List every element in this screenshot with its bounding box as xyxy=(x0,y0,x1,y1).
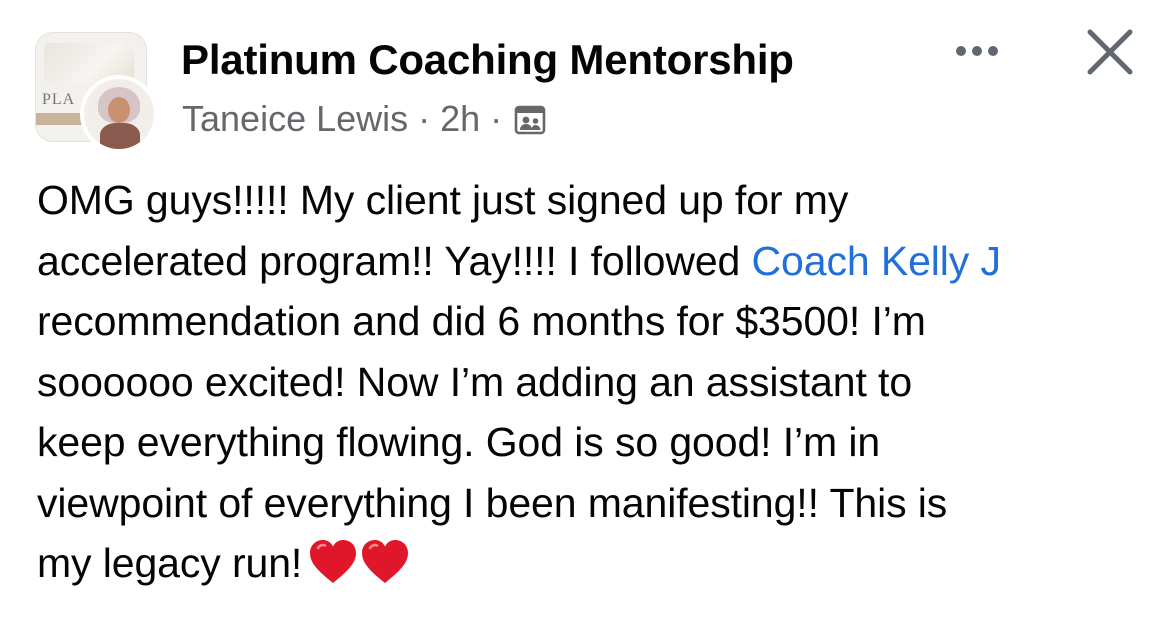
close-icon[interactable] xyxy=(1082,24,1138,80)
group-post: PLA Platinum Coaching Mentorship Taneice… xyxy=(0,0,1170,620)
post-text-line: accelerated program!! Yay!!!! I followed… xyxy=(37,231,1147,292)
post-text-segment: accelerated program!! Yay!!!! I followed xyxy=(37,237,752,284)
post-text-line: keep everything flowing. God is so good!… xyxy=(37,419,881,465)
post-text-line: viewpoint of everything I been manifesti… xyxy=(37,479,948,526)
group-members-icon xyxy=(514,103,546,135)
more-options-icon[interactable] xyxy=(950,30,1006,70)
author-avatar[interactable] xyxy=(80,75,158,153)
post-meta: Taneice Lewis · 2h · xyxy=(182,98,546,140)
meta-separator: · xyxy=(418,98,431,139)
post-text-segment: my legacy run! xyxy=(37,540,303,586)
post-text-line: OMG guys!!!!! My client just signed up f… xyxy=(37,177,849,223)
author-photo xyxy=(84,79,154,149)
meta-separator: · xyxy=(490,98,503,139)
group-logo-text: PLA xyxy=(42,91,76,108)
red-heart-icon xyxy=(360,539,410,585)
mention-link[interactable]: Coach Kelly J xyxy=(752,238,1001,284)
post-text-line: soooooo excited! Now I’m adding an assis… xyxy=(37,358,913,405)
group-name-link[interactable]: Platinum Coaching Mentorship xyxy=(181,36,794,84)
post-timestamp[interactable]: 2h xyxy=(440,98,480,140)
author-name-link[interactable]: Taneice Lewis xyxy=(182,98,408,140)
post-text-line: my legacy run! xyxy=(37,533,1147,594)
post-body: OMG guys!!!!! My client just signed up f… xyxy=(37,170,1147,594)
post-text-line: recommendation and did 6 months for $350… xyxy=(37,298,926,344)
red-heart-icon xyxy=(308,539,358,585)
